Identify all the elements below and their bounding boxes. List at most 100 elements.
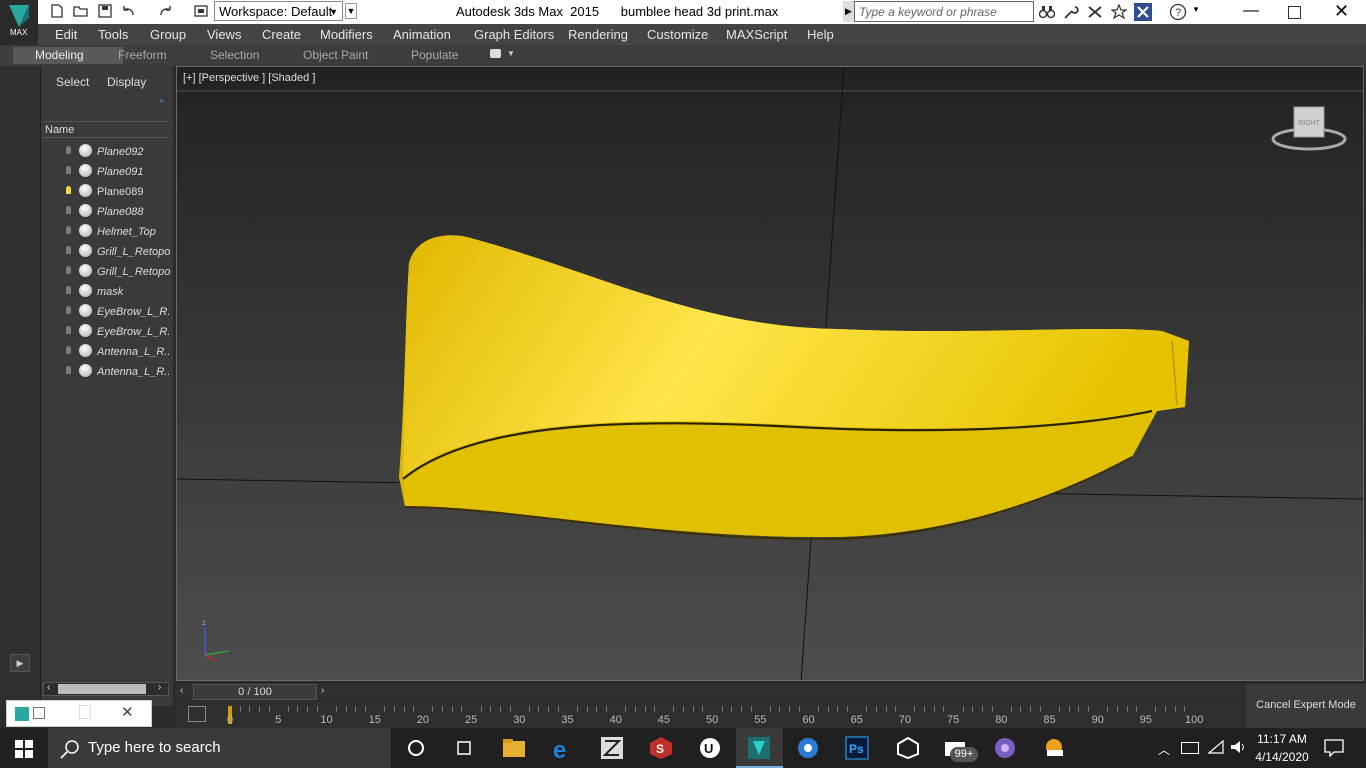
ribbon-tab-modeling[interactable]: Modeling bbox=[35, 48, 84, 62]
light-bulb-icon[interactable] bbox=[66, 186, 71, 194]
explorer-item[interactable]: Antenna_L_R.. bbox=[44, 362, 170, 382]
explorer-item[interactable]: Plane088 bbox=[44, 202, 170, 222]
light-bulb-icon[interactable] bbox=[66, 146, 71, 154]
menu-edit[interactable]: Edit bbox=[55, 27, 77, 42]
light-bulb-icon[interactable] bbox=[66, 166, 71, 174]
scrollbar-thumb[interactable] bbox=[58, 684, 146, 694]
unreal-icon[interactable]: U bbox=[698, 736, 724, 760]
open-file-icon[interactable] bbox=[73, 4, 89, 18]
workspace-dropdown[interactable]: Workspace: Default ▼ bbox=[214, 1, 343, 21]
scroll-left-icon[interactable]: ‹ bbox=[47, 682, 50, 693]
light-bulb-icon[interactable] bbox=[66, 326, 71, 334]
help-dropdown-icon[interactable]: ▼ bbox=[1192, 5, 1200, 14]
wifi-icon[interactable] bbox=[1207, 739, 1224, 759]
explorer-item[interactable]: Plane092 bbox=[44, 142, 170, 162]
unity-icon[interactable] bbox=[896, 736, 922, 760]
explorer-item[interactable]: EyeBrow_L_R.. bbox=[44, 322, 170, 342]
new-file-icon[interactable] bbox=[49, 4, 65, 18]
render-sphere-icon[interactable] bbox=[79, 264, 92, 277]
project-folder-icon[interactable] bbox=[193, 4, 209, 18]
ribbon-tab-object-paint[interactable]: Object Paint bbox=[303, 48, 368, 62]
name-column-header[interactable]: Name bbox=[43, 121, 169, 138]
explorer-item[interactable]: mask bbox=[44, 282, 170, 302]
render-sphere-icon[interactable] bbox=[79, 164, 92, 177]
ribbon-toggle-icon[interactable] bbox=[490, 49, 501, 58]
light-bulb-icon[interactable] bbox=[66, 206, 71, 214]
menu-views[interactable]: Views bbox=[207, 27, 241, 42]
explorer-item[interactable]: Grill_L_Retopo bbox=[44, 262, 170, 282]
explorer-item[interactable]: Helmet_Top bbox=[44, 222, 170, 242]
light-bulb-icon[interactable] bbox=[66, 226, 71, 234]
explorer-item[interactable]: EyeBrow_L_R.. bbox=[44, 302, 170, 322]
menu-group[interactable]: Group bbox=[150, 27, 186, 42]
minimized-window[interactable]: ✕ bbox=[6, 700, 152, 727]
app-logo[interactable]: MAX bbox=[0, 0, 38, 40]
prev-frame-icon[interactable]: ‹ bbox=[180, 685, 183, 696]
tools-icon[interactable] bbox=[1087, 5, 1103, 19]
menu-rendering[interactable]: Rendering bbox=[568, 27, 628, 42]
render-sphere-icon[interactable] bbox=[79, 284, 92, 297]
timeline-ruler[interactable]: 0 5 10 15 20 25 30 35 40 45 50 55 60 65 70 75 80 85 90 95 10… bbox=[176, 702, 1246, 728]
perspective-viewport[interactable]: [+] [Perspective ] [Shaded ] RIGHT z bbox=[176, 66, 1364, 681]
close-button[interactable]: ✕ bbox=[1334, 1, 1349, 22]
edge-icon[interactable]: e bbox=[551, 736, 577, 764]
render-sphere-icon[interactable] bbox=[79, 144, 92, 157]
explorer-item[interactable]: Grill_L_Retopo bbox=[44, 242, 170, 262]
light-bulb-icon[interactable] bbox=[66, 346, 71, 354]
explorer-item[interactable]: Antenna_L_R.. bbox=[44, 342, 170, 362]
minimize-button[interactable]: — bbox=[1243, 2, 1259, 20]
ribbon-tab-selection[interactable]: Selection bbox=[210, 48, 259, 62]
viewcube[interactable] bbox=[1271, 106, 1347, 151]
search-input[interactable]: Type a keyword or phrase bbox=[854, 1, 1034, 22]
explorer-scrollbar[interactable]: ‹ › bbox=[43, 682, 169, 696]
render-sphere-icon[interactable] bbox=[79, 304, 92, 317]
volume-icon[interactable] bbox=[1230, 740, 1248, 759]
ribbon-dropdown-icon[interactable]: ▼ bbox=[507, 49, 515, 58]
maximize-small-icon[interactable] bbox=[79, 705, 91, 719]
tab-select[interactable]: Select bbox=[56, 75, 89, 89]
notification-center-icon[interactable] bbox=[1324, 739, 1344, 762]
next-frame-icon[interactable]: › bbox=[321, 685, 324, 696]
tray-expand-icon[interactable]: ︿ bbox=[1158, 741, 1170, 758]
render-sphere-icon[interactable] bbox=[79, 324, 92, 337]
ribbon-tab-populate[interactable]: Populate bbox=[411, 48, 458, 62]
curve-editor-icon[interactable] bbox=[188, 706, 206, 722]
expand-icon[interactable]: » bbox=[159, 95, 164, 105]
time-slider[interactable]: 0 / 100 bbox=[193, 684, 317, 700]
windows-start-icon[interactable] bbox=[15, 740, 33, 763]
render-sphere-icon[interactable] bbox=[79, 344, 92, 357]
close-small-icon[interactable]: ✕ bbox=[121, 703, 134, 721]
exchange-icon[interactable] bbox=[1134, 3, 1152, 21]
search-expand-icon[interactable]: ▶ bbox=[843, 1, 854, 22]
taskbar-search[interactable]: Type here to search bbox=[48, 728, 391, 768]
explorer-item[interactable]: Plane091 bbox=[44, 162, 170, 182]
menu-animation[interactable]: Animation bbox=[393, 27, 451, 42]
light-bulb-icon[interactable] bbox=[66, 266, 71, 274]
weather-icon[interactable] bbox=[1042, 736, 1068, 760]
menu-graph-editors[interactable]: Graph Editors bbox=[474, 27, 554, 42]
photoshop-icon[interactable]: Ps bbox=[845, 736, 871, 760]
chrome-like-icon[interactable] bbox=[796, 736, 822, 760]
menu-maxscript[interactable]: MAXScript bbox=[726, 27, 787, 42]
menu-tools[interactable]: Tools bbox=[98, 27, 128, 42]
explorer-item[interactable]: Plane089 bbox=[44, 182, 170, 202]
render-sphere-icon[interactable] bbox=[79, 364, 92, 377]
menu-help[interactable]: Help bbox=[807, 27, 834, 42]
time-slider-track[interactable]: ‹ › bbox=[176, 684, 1246, 700]
restore-button[interactable] bbox=[1288, 6, 1301, 19]
taskbar-3dsmax-active[interactable] bbox=[736, 728, 783, 768]
render-sphere-icon[interactable] bbox=[79, 204, 92, 217]
light-bulb-icon[interactable] bbox=[66, 366, 71, 374]
scroll-right-icon[interactable]: › bbox=[158, 682, 161, 693]
menu-modifiers[interactable]: Modifiers bbox=[320, 27, 373, 42]
tab-display[interactable]: Display bbox=[107, 75, 146, 89]
task-view-icon[interactable] bbox=[452, 736, 478, 760]
light-bulb-icon[interactable] bbox=[66, 246, 71, 254]
substance-icon[interactable]: S bbox=[649, 736, 675, 760]
cancel-expert-mode-button[interactable]: Cancel Expert Mode bbox=[1246, 684, 1366, 728]
undo-icon[interactable] bbox=[121, 4, 137, 18]
render-sphere-icon[interactable] bbox=[79, 244, 92, 257]
redo-icon[interactable] bbox=[157, 4, 173, 18]
ribbon-tab-freeform[interactable]: Freeform bbox=[118, 48, 167, 62]
system-clock[interactable]: 11:17 AM 4/14/2020 bbox=[1252, 730, 1312, 766]
